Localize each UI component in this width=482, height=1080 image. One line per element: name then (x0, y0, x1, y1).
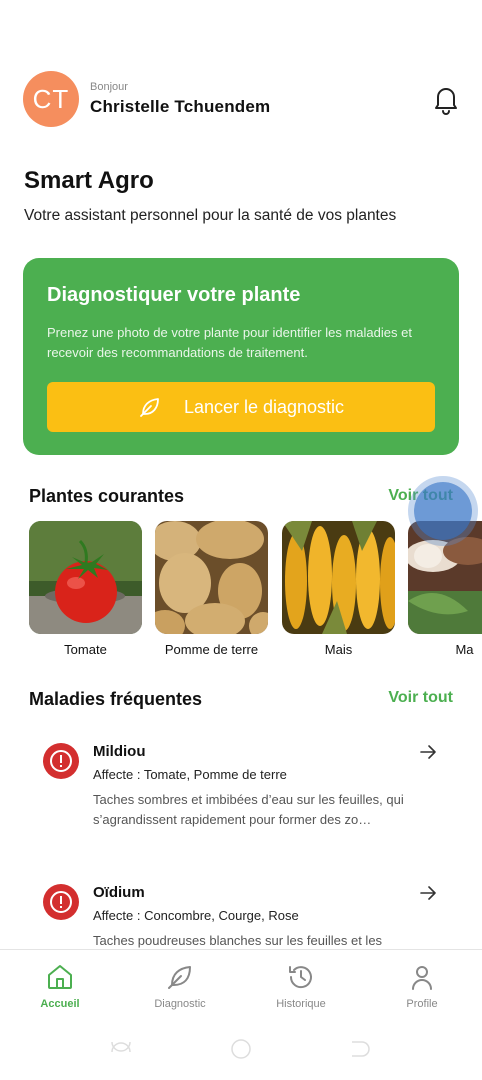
plant-label: Tomate (64, 642, 107, 657)
nav-profile[interactable]: Profile (372, 962, 472, 1010)
history-icon (289, 966, 312, 989)
system-navigation-bar (111, 1039, 370, 1059)
corn-image (282, 521, 395, 634)
disease-card-powdery-mildew[interactable]: Oïdium Affecte : Concombre, Courge, Rose… (43, 884, 443, 948)
app-title: Smart Agro (24, 167, 154, 194)
disease-description: Taches sombres et imbibées d’eau sur les… (93, 792, 404, 827)
disease-affects: Affecte : Concombre, Courge, Rose (93, 908, 299, 923)
nav-label: Profile (406, 998, 438, 1010)
disease-card-mildew[interactable]: Mildiou Affecte : Tomate, Pomme de terre… (43, 743, 443, 833)
diagnose-card: Diagnostiquer votre plante Prenez une ph… (23, 258, 459, 455)
diseases-section-title: Maladies fréquentes (29, 689, 203, 709)
leaf-icon (168, 966, 191, 989)
back-icon[interactable] (352, 1041, 370, 1057)
disease-affects: Affecte : Tomate, Pomme de terre (93, 767, 287, 782)
nav-history[interactable]: Historique (251, 962, 351, 1010)
arrow-right-icon[interactable] (419, 743, 437, 761)
user-name: Christelle Tchuendem (90, 97, 271, 116)
greeting-text: Bonjour (90, 81, 128, 93)
disease-description: Taches poudreuses blanches sur les feuil… (93, 933, 383, 948)
arrow-right-icon[interactable] (419, 884, 437, 902)
tomato-image (29, 521, 142, 634)
leaf-icon (140, 398, 159, 417)
user-header: CT Bonjour Christelle Tchuendem (23, 71, 459, 127)
plant-card-corn[interactable]: Mais (282, 521, 395, 657)
plant-label: Ma (455, 642, 474, 657)
recents-icon[interactable] (111, 1041, 131, 1053)
user-icon (412, 966, 432, 990)
nav-diagnostic[interactable]: Diagnostic (130, 962, 230, 1010)
nav-label: Diagnostic (154, 998, 206, 1010)
disease-name: Mildiou (93, 743, 146, 760)
start-diagnosis-button[interactable]: Lancer le diagnostic (47, 382, 435, 432)
diseases-see-all-link[interactable]: Voir tout (388, 689, 453, 707)
nav-label: Historique (276, 998, 326, 1010)
plants-carousel[interactable]: Tomate Pomme de terre Mais Ma (29, 521, 482, 661)
bell-icon[interactable] (433, 85, 459, 115)
avatar[interactable]: CT (23, 71, 79, 127)
plant-label: Mais (324, 642, 353, 657)
diagnose-card-description: Prenez une photo de votre plante pour id… (47, 325, 412, 360)
nav-label: Accueil (40, 998, 80, 1010)
plant-card-tomato[interactable]: Tomate (29, 521, 142, 657)
bottom-navigation: Accueil Diagnostic Historique Profile (0, 949, 482, 1030)
touch-indicator (414, 482, 472, 540)
plants-section-title: Plantes courantes (29, 486, 185, 506)
plant-label: Pomme de terre (164, 642, 259, 657)
disease-name: Oïdium (93, 884, 145, 901)
plant-card-cassava[interactable]: Ma (408, 521, 482, 657)
alert-icon (43, 743, 79, 779)
start-diagnosis-label: Lancer le diagnostic (183, 396, 345, 417)
diagnose-card-title: Diagnostiquer votre plante (47, 284, 301, 306)
app-subtitle: Votre assistant personnel pour la santé … (24, 207, 397, 224)
nav-home[interactable]: Accueil (10, 962, 110, 1010)
potato-image (155, 521, 268, 634)
alert-icon (43, 884, 79, 920)
home-icon (48, 965, 72, 989)
home-button-icon[interactable] (231, 1039, 251, 1059)
plant-card-potato[interactable]: Pomme de terre (155, 521, 268, 657)
